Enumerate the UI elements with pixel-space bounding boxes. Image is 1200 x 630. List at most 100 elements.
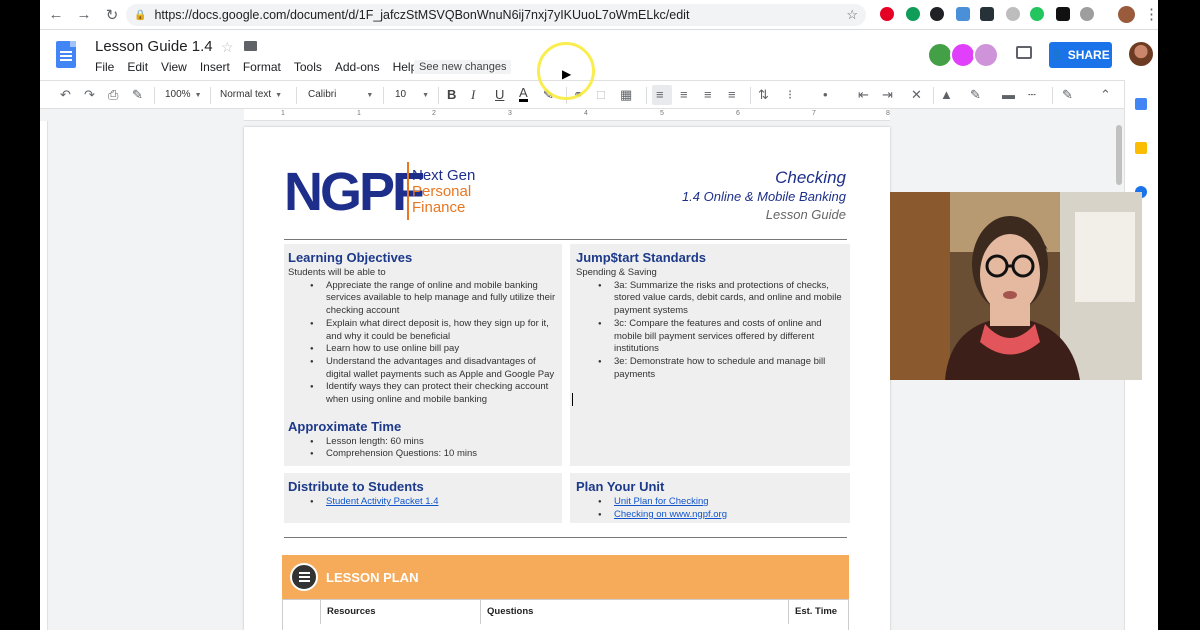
list-item: Identify ways they can protect their che… bbox=[288, 381, 558, 406]
document-kind: Lesson Guide bbox=[765, 207, 846, 222]
bulleted-list-icon[interactable]: • bbox=[823, 87, 828, 102]
ngpf-logo-subtext: Next Gen Personal Finance bbox=[412, 167, 476, 216]
lesson-plan-banner: LESSON PLAN bbox=[282, 555, 849, 599]
decrease-indent-icon[interactable]: ⇤ bbox=[858, 87, 869, 103]
insert-comment-icon[interactable]: □ bbox=[597, 87, 605, 102]
paint-format-icon[interactable]: ✎ bbox=[132, 87, 143, 103]
border-width-icon[interactable]: ▬ bbox=[1002, 87, 1015, 102]
clear-formatting-icon[interactable]: ✕ bbox=[911, 87, 922, 103]
redo-icon[interactable]: ↷ bbox=[84, 87, 95, 103]
list-item: 3c: Compare the features and costs of on… bbox=[576, 318, 844, 356]
distribute-heading: Distribute to Students bbox=[288, 479, 424, 494]
docs-logo-icon[interactable] bbox=[56, 41, 76, 68]
justify-icon[interactable]: ≡ bbox=[728, 87, 736, 102]
calendar-icon[interactable] bbox=[1135, 98, 1147, 110]
menu-format[interactable]: Format bbox=[243, 60, 281, 74]
list-item: Appreciate the range of online and mobil… bbox=[288, 280, 558, 318]
divider bbox=[284, 239, 847, 240]
chrome-profile-avatar[interactable] bbox=[1118, 6, 1135, 23]
objectives-heading: Learning Objectives bbox=[288, 250, 413, 265]
bookmark-star-icon[interactable]: ☆ bbox=[846, 7, 858, 23]
extension-icon[interactable] bbox=[980, 7, 994, 21]
underline-button[interactable]: U bbox=[495, 87, 504, 102]
objectives-box: Learning Objectives Students will be abl… bbox=[284, 244, 562, 466]
presenter-video-image bbox=[890, 192, 1142, 380]
unit-title: Checking bbox=[775, 168, 846, 187]
undo-icon[interactable]: ↶ bbox=[60, 87, 71, 103]
text-cursor bbox=[572, 393, 573, 406]
vertical-ruler[interactable] bbox=[40, 121, 48, 630]
menu-insert[interactable]: Insert bbox=[200, 60, 230, 74]
plan-box: Plan Your Unit Unit Plan for Checking Ch… bbox=[570, 473, 850, 523]
collapse-menus-icon[interactable]: ⌃ bbox=[1100, 87, 1111, 103]
menu-view[interactable]: View bbox=[161, 60, 187, 74]
bold-button[interactable]: B bbox=[447, 87, 456, 102]
menu-tools[interactable]: Tools bbox=[294, 60, 322, 74]
student-packet-link[interactable]: Student Activity Packet 1.4 bbox=[326, 496, 438, 507]
plan-heading: Plan Your Unit bbox=[576, 479, 665, 494]
back-icon[interactable]: ← bbox=[44, 3, 68, 27]
menu-add-ons[interactable]: Add-ons bbox=[335, 60, 380, 74]
zoom-select[interactable]: 100% ▼ bbox=[165, 89, 202, 100]
screenshot-extension-icon[interactable] bbox=[956, 7, 970, 21]
browser-toolbar: ← → ↻ 🔒 https://docs.google.com/document… bbox=[40, 0, 1158, 30]
font-select[interactable]: Calibri ▼ bbox=[308, 89, 373, 100]
distribute-box: Distribute to Students Student Activity … bbox=[284, 473, 562, 523]
font-size-select[interactable]: 10 ▼ bbox=[395, 89, 429, 100]
increase-indent-icon[interactable]: ⇥ bbox=[882, 87, 893, 103]
menu-edit[interactable]: Edit bbox=[127, 60, 148, 74]
align-left-icon[interactable]: ≡ bbox=[656, 87, 664, 102]
url-text: https://docs.google.com/document/d/1F_ja… bbox=[154, 8, 690, 22]
line-spacing-icon[interactable]: ⇅ bbox=[758, 87, 769, 103]
webcam-overlay bbox=[890, 192, 1142, 380]
extension-icon[interactable] bbox=[930, 7, 944, 21]
menu-file[interactable]: File bbox=[95, 60, 114, 74]
italic-button[interactable]: I bbox=[471, 87, 475, 103]
hangouts-extension-icon[interactable] bbox=[906, 7, 920, 21]
browser-menu-icon[interactable]: ⋮ bbox=[1144, 5, 1158, 23]
list-item: Learn how to use online bill pay bbox=[288, 343, 558, 356]
print-icon[interactable]: ⎙ bbox=[108, 87, 118, 103]
align-center-icon[interactable]: ≡ bbox=[680, 87, 688, 102]
insert-image-icon[interactable]: ▦ bbox=[620, 87, 632, 103]
numbered-list-icon[interactable]: ⁝ bbox=[788, 87, 792, 103]
standards-list: 3a: Summarize the risks and protections … bbox=[576, 280, 844, 382]
share-button[interactable]: 👤 SHARE bbox=[1049, 42, 1112, 68]
paragraph-style-select[interactable]: Normal text ▼ bbox=[220, 89, 282, 100]
list-item: Comprehension Questions: 10 mins bbox=[288, 448, 558, 461]
ngpf-site-link[interactable]: Checking on www.ngpf.org bbox=[614, 509, 727, 520]
list-item: 3e: Demonstrate how to schedule and mana… bbox=[576, 356, 844, 381]
border-dash-icon[interactable]: ┄ bbox=[1028, 87, 1036, 103]
text-color-button[interactable]: A bbox=[519, 86, 528, 102]
document-page[interactable]: NGPF Next Gen Personal Finance Checking … bbox=[244, 127, 890, 630]
lesson-plan-title: LESSON PLAN bbox=[326, 570, 419, 585]
cell-background-icon[interactable]: ▲ bbox=[940, 87, 953, 102]
keep-icon[interactable] bbox=[1135, 142, 1147, 154]
extension-icon[interactable] bbox=[1080, 7, 1094, 21]
column-header-questions: Questions bbox=[481, 600, 789, 624]
document-title[interactable]: Lesson Guide 1.4 bbox=[95, 38, 213, 55]
star-icon[interactable]: ☆ bbox=[221, 39, 234, 56]
pinterest-extension-icon[interactable] bbox=[880, 7, 894, 21]
address-bar[interactable]: 🔒 https://docs.google.com/document/d/1F_… bbox=[126, 4, 866, 26]
objectives-intro: Students will be able to bbox=[288, 267, 386, 278]
folder-icon[interactable] bbox=[244, 41, 257, 51]
align-right-icon[interactable]: ≡ bbox=[704, 87, 712, 102]
horizontal-ruler[interactable]: 1 1 2 3 4 5 6 7 8 bbox=[244, 109, 890, 121]
divider bbox=[284, 537, 847, 538]
comments-icon[interactable] bbox=[1016, 46, 1032, 59]
reload-icon[interactable]: ↻ bbox=[100, 3, 124, 27]
extension-icon[interactable] bbox=[1006, 7, 1020, 21]
account-avatar[interactable] bbox=[1129, 42, 1153, 66]
left-letterbox bbox=[0, 0, 40, 630]
see-new-changes-link[interactable]: See new changes bbox=[414, 60, 512, 74]
logo-divider bbox=[407, 162, 409, 220]
pocket-extension-icon[interactable] bbox=[1056, 7, 1070, 21]
unit-plan-link[interactable]: Unit Plan for Checking bbox=[614, 496, 709, 507]
collaborator-avatar[interactable] bbox=[973, 42, 999, 68]
forward-icon[interactable]: → bbox=[72, 3, 96, 27]
border-color-icon[interactable]: ✎ bbox=[970, 87, 981, 103]
grammarly-extension-icon[interactable] bbox=[1030, 7, 1044, 21]
list-item: 3a: Summarize the risks and protections … bbox=[576, 280, 844, 318]
editing-mode-icon[interactable]: ✎ bbox=[1062, 87, 1073, 103]
